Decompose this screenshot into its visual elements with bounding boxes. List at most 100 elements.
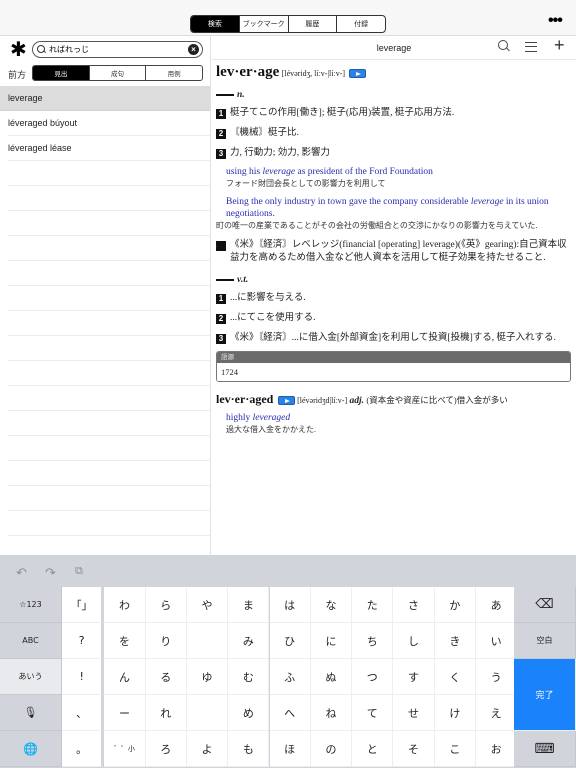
list-item [8,436,210,461]
key[interactable]: か [434,587,476,623]
key[interactable]: ゛゜小 [104,731,146,767]
ellipsis-icon[interactable]: ••• [548,13,563,29]
key[interactable]: ま [228,587,270,623]
key[interactable]: と [352,731,394,767]
kana-key[interactable]: あいう [0,659,62,695]
key[interactable]: ! [62,659,104,695]
space-key[interactable]: 空白 [514,623,576,659]
search-mode-label[interactable]: 前方 [8,68,26,81]
list-item[interactable]: léveraged léase [8,136,210,161]
key[interactable]: 、 [62,695,104,731]
key[interactable]: 。 [62,731,104,767]
key[interactable]: り [145,623,187,659]
key[interactable]: う [476,659,518,695]
key[interactable]: む [228,659,270,695]
sense-number-icon: 3 [216,334,226,344]
key[interactable]: を [104,623,146,659]
key[interactable]: つ [352,659,394,695]
search-field[interactable]: × [32,41,203,58]
key[interactable]: こ [434,731,476,767]
key[interactable]: ろ [145,731,187,767]
keyboard-hide-icon[interactable]: ⌨ [514,731,576,767]
search-icon[interactable] [498,40,510,52]
plus-icon[interactable]: + [554,36,565,54]
key[interactable]: す [393,659,435,695]
list-item[interactable]: léveraged búyout [8,111,210,136]
key[interactable]: け [434,695,476,731]
key[interactable]: え [476,695,518,731]
paste-icon[interactable]: ⧉ [75,565,83,578]
key[interactable]: ゆ [186,659,229,695]
key[interactable]: そ [393,731,435,767]
key[interactable]: た [352,587,394,623]
list-item [8,311,210,336]
mic-icon[interactable]: 🎙 [0,695,62,731]
key[interactable]: て [352,695,394,731]
mode-tab-2[interactable]: 用例 [146,66,202,80]
asterisk-icon[interactable]: ✱ [10,40,27,60]
key[interactable]: め [228,695,270,731]
globe-icon[interactable]: 🌐 [0,731,62,767]
redo-icon[interactable]: ↷ [45,565,56,581]
sub-entry: lev·er·aged [lévəridʒd|líːv-] adj. (資本金や… [216,392,572,436]
delete-key[interactable]: ⌫ [514,587,576,623]
mode-tab-0[interactable]: 見出 [33,66,90,80]
verb-sense-1: 1 ...に影響を与える. [216,292,572,305]
key[interactable]: ら [145,587,187,623]
key[interactable]: に [310,623,353,659]
key[interactable]: ひ [269,623,311,659]
key[interactable]: き [434,623,476,659]
play-audio-icon[interactable] [349,69,367,79]
key[interactable]: る [145,659,187,695]
key[interactable]: や [186,587,229,623]
key[interactable]: へ [269,695,311,731]
symbols-key[interactable]: ☆123 [0,587,62,623]
etymology-box: 語源 1724 [216,351,571,382]
list-item [8,161,210,186]
tab-1[interactable]: ブックマーク [240,16,289,32]
key[interactable]: ? [62,623,104,659]
key[interactable]: せ [393,695,435,731]
key[interactable]: ん [104,659,146,695]
pos-verb: v.t. [216,275,572,285]
key[interactable]: さ [393,587,435,623]
key[interactable]: い [476,623,518,659]
key[interactable]: も [228,731,270,767]
etymology-label: 語源 [217,352,570,363]
abc-key[interactable]: ABC [0,623,62,659]
key[interactable]: ぬ [310,659,353,695]
key[interactable]: ち [352,623,394,659]
tab-0[interactable]: 検索 [191,16,240,32]
key[interactable]: ふ [269,659,311,695]
key[interactable] [186,623,229,659]
search-icon [37,45,46,54]
key[interactable]: ー [104,695,146,731]
key[interactable]: の [310,731,353,767]
list-icon[interactable] [525,42,537,52]
tab-2[interactable]: 履歴 [289,16,338,32]
key[interactable]: み [228,623,270,659]
key[interactable]: ほ [269,731,311,767]
search-input[interactable] [49,45,189,54]
entry-header: leverage + [212,36,576,60]
key[interactable]: れ [145,695,187,731]
key[interactable]: お [476,731,518,767]
key[interactable]: ね [310,695,353,731]
undo-icon[interactable]: ↶ [16,565,27,581]
key[interactable]: よ [186,731,229,767]
mode-tab-1[interactable]: 成句 [90,66,147,80]
sense-3: 3 力, 行動力; 効力, 影響力 [216,147,572,160]
key[interactable]: し [393,623,435,659]
key[interactable]: あ [476,587,518,623]
play-audio-icon[interactable] [277,396,295,406]
clear-search-icon[interactable]: × [188,44,199,55]
key[interactable]: く [434,659,476,695]
tab-3[interactable]: 付録 [337,16,385,32]
key[interactable]: は [269,587,311,623]
done-key[interactable]: 完了 [514,659,576,731]
list-item[interactable]: leverage [0,86,210,111]
key[interactable]: 「」 [62,587,104,623]
key[interactable]: な [310,587,353,623]
key[interactable] [186,695,229,731]
key[interactable]: わ [104,587,146,623]
